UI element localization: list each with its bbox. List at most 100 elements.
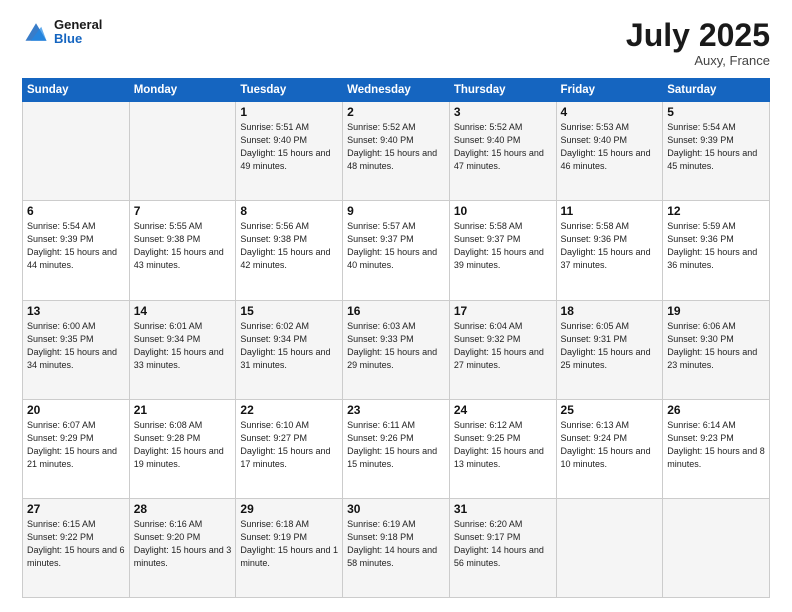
day-number: 30 [347,502,445,516]
logo-general: General [54,18,102,32]
day-number: 24 [454,403,552,417]
day-number: 3 [454,105,552,119]
day-info: Sunrise: 6:03 AMSunset: 9:33 PMDaylight:… [347,320,445,372]
table-row: 24 Sunrise: 6:12 AMSunset: 9:25 PMDayligh… [449,399,556,498]
day-number: 27 [27,502,125,516]
day-number: 11 [561,204,659,218]
table-row: 25 Sunrise: 6:13 AMSunset: 9:24 PMDayligh… [556,399,663,498]
day-info: Sunrise: 6:06 AMSunset: 9:30 PMDaylight:… [667,320,765,372]
day-info: Sunrise: 6:07 AMSunset: 9:29 PMDaylight:… [27,419,125,471]
day-info: Sunrise: 5:54 AMSunset: 9:39 PMDaylight:… [667,121,765,173]
day-info: Sunrise: 6:14 AMSunset: 9:23 PMDaylight:… [667,419,765,471]
table-row: 16 Sunrise: 6:03 AMSunset: 9:33 PMDayligh… [343,300,450,399]
day-number: 7 [134,204,232,218]
day-info: Sunrise: 5:51 AMSunset: 9:40 PMDaylight:… [240,121,338,173]
day-number: 4 [561,105,659,119]
day-number: 14 [134,304,232,318]
table-row: 29 Sunrise: 6:18 AMSunset: 9:19 PMDayligh… [236,498,343,597]
header-saturday: Saturday [663,79,770,102]
day-number: 15 [240,304,338,318]
day-number: 2 [347,105,445,119]
day-info: Sunrise: 6:05 AMSunset: 9:31 PMDaylight:… [561,320,659,372]
table-row: 5 Sunrise: 5:54 AMSunset: 9:39 PMDaylight… [663,102,770,201]
day-number: 13 [27,304,125,318]
table-row [129,102,236,201]
day-number: 31 [454,502,552,516]
day-info: Sunrise: 5:57 AMSunset: 9:37 PMDaylight:… [347,220,445,272]
day-info: Sunrise: 5:56 AMSunset: 9:38 PMDaylight:… [240,220,338,272]
day-info: Sunrise: 5:58 AMSunset: 9:37 PMDaylight:… [454,220,552,272]
day-info: Sunrise: 6:18 AMSunset: 9:19 PMDaylight:… [240,518,338,570]
table-row: 19Sunrise: 6:06 AMSunset: 9:30 PMDayligh… [663,300,770,399]
day-info: Sunrise: 6:20 AMSunset: 9:17 PMDaylight:… [454,518,552,570]
header-friday: Friday [556,79,663,102]
table-row [663,498,770,597]
table-row: 21 Sunrise: 6:08 AMSunset: 9:28 PMDayligh… [129,399,236,498]
day-number: 5 [667,105,765,119]
table-row: 20 Sunrise: 6:07 AMSunset: 9:29 PMDayligh… [23,399,130,498]
table-row: 7Sunrise: 5:55 AMSunset: 9:38 PMDaylight… [129,201,236,300]
day-number: 6 [27,204,125,218]
header-sunday: Sunday [23,79,130,102]
table-row: 26 Sunrise: 6:14 AMSunset: 9:23 PMDayligh… [663,399,770,498]
location: Auxy, France [626,53,770,68]
day-number: 8 [240,204,338,218]
day-info: Sunrise: 6:16 AMSunset: 9:20 PMDaylight:… [134,518,232,570]
day-number: 10 [454,204,552,218]
logo-text: General Blue [54,18,102,47]
calendar-week-row: 20 Sunrise: 6:07 AMSunset: 9:29 PMDayligh… [23,399,770,498]
day-info: Sunrise: 5:59 AMSunset: 9:36 PMDaylight:… [667,220,765,272]
day-number: 12 [667,204,765,218]
page: General Blue July 2025 Auxy, France Sund… [0,0,792,612]
month-title: July 2025 [626,18,770,53]
table-row: 13 Sunrise: 6:00 AMSunset: 9:35 PMDayligh… [23,300,130,399]
day-number: 29 [240,502,338,516]
header-monday: Monday [129,79,236,102]
day-info: Sunrise: 6:13 AMSunset: 9:24 PMDaylight:… [561,419,659,471]
table-row: 17Sunrise: 6:04 AMSunset: 9:32 PMDayligh… [449,300,556,399]
header: General Blue July 2025 Auxy, France [22,18,770,68]
day-number: 22 [240,403,338,417]
table-row: 2 Sunrise: 5:52 AMSunset: 9:40 PMDaylight… [343,102,450,201]
day-number: 16 [347,304,445,318]
day-number: 21 [134,403,232,417]
calendar-week-row: 6 Sunrise: 5:54 AMSunset: 9:39 PMDaylight… [23,201,770,300]
day-info: Sunrise: 6:12 AMSunset: 9:25 PMDaylight:… [454,419,552,471]
day-info: Sunrise: 6:15 AMSunset: 9:22 PMDaylight:… [27,518,125,570]
day-info: Sunrise: 5:52 AMSunset: 9:40 PMDaylight:… [454,121,552,173]
calendar-week-row: 13 Sunrise: 6:00 AMSunset: 9:35 PMDayligh… [23,300,770,399]
day-number: 26 [667,403,765,417]
day-number: 23 [347,403,445,417]
header-thursday: Thursday [449,79,556,102]
title-block: July 2025 Auxy, France [626,18,770,68]
table-row: 15Sunrise: 6:02 AMSunset: 9:34 PMDayligh… [236,300,343,399]
table-row: 1 Sunrise: 5:51 AMSunset: 9:40 PMDaylight… [236,102,343,201]
calendar-week-row: 27 Sunrise: 6:15 AMSunset: 9:22 PMDayligh… [23,498,770,597]
day-info: Sunrise: 5:52 AMSunset: 9:40 PMDaylight:… [347,121,445,173]
day-number: 18 [561,304,659,318]
day-number: 9 [347,204,445,218]
day-number: 17 [454,304,552,318]
day-info: Sunrise: 6:19 AMSunset: 9:18 PMDaylight:… [347,518,445,570]
table-row: 18 Sunrise: 6:05 AMSunset: 9:31 PMDayligh… [556,300,663,399]
day-number: 20 [27,403,125,417]
day-info: Sunrise: 6:00 AMSunset: 9:35 PMDaylight:… [27,320,125,372]
day-info: Sunrise: 5:54 AMSunset: 9:39 PMDaylight:… [27,220,125,272]
table-row [23,102,130,201]
logo-icon [22,18,50,46]
table-row: 10 Sunrise: 5:58 AMSunset: 9:37 PMDayligh… [449,201,556,300]
day-number: 1 [240,105,338,119]
day-info: Sunrise: 5:58 AMSunset: 9:36 PMDaylight:… [561,220,659,272]
table-row [556,498,663,597]
table-row: 30 Sunrise: 6:19 AMSunset: 9:18 PMDayligh… [343,498,450,597]
header-tuesday: Tuesday [236,79,343,102]
table-row: 22Sunrise: 6:10 AMSunset: 9:27 PMDayligh… [236,399,343,498]
table-row: 31 Sunrise: 6:20 AMSunset: 9:17 PMDayligh… [449,498,556,597]
day-info: Sunrise: 6:08 AMSunset: 9:28 PMDaylight:… [134,419,232,471]
table-row: 9 Sunrise: 5:57 AMSunset: 9:37 PMDaylight… [343,201,450,300]
day-number: 25 [561,403,659,417]
day-info: Sunrise: 6:01 AMSunset: 9:34 PMDaylight:… [134,320,232,372]
logo: General Blue [22,18,102,47]
calendar-table: Sunday Monday Tuesday Wednesday Thursday… [22,78,770,598]
day-info: Sunrise: 6:11 AMSunset: 9:26 PMDaylight:… [347,419,445,471]
